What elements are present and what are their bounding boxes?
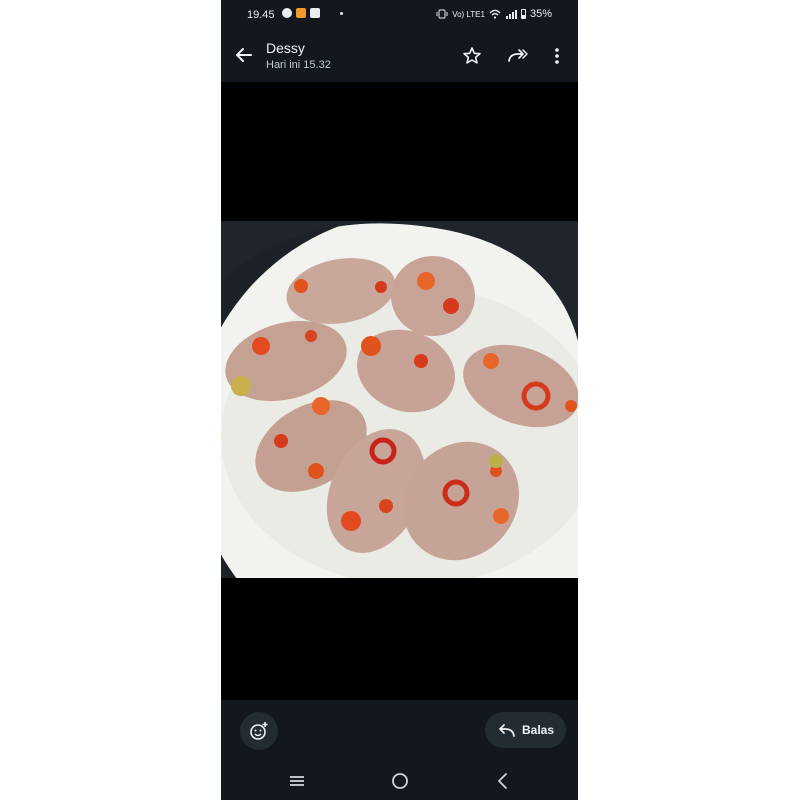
home-icon[interactable]	[390, 771, 410, 791]
app-notification-icon	[296, 8, 306, 18]
network-label: Vo) LTE1	[452, 9, 485, 19]
system-nav-bar	[221, 762, 578, 800]
status-bar: 19.45 Vo) LTE1 35%	[221, 0, 578, 30]
wifi-icon	[489, 9, 501, 19]
status-time: 19.45	[247, 9, 275, 21]
message-timestamp: Hari ini 15.32	[266, 59, 331, 71]
more-notifications-dot	[340, 11, 343, 15]
reply-label: Balas	[522, 723, 555, 737]
emoji-add-button[interactable]	[240, 712, 278, 750]
system-icons: Vo) LTE1 35%	[436, 8, 552, 20]
battery-percentage: 35%	[529, 8, 552, 20]
reply-button[interactable]: Balas	[485, 712, 566, 748]
food-photo	[221, 221, 578, 578]
shop-notification-icon	[310, 8, 320, 18]
emoji-add-icon	[250, 722, 268, 740]
notification-icons	[282, 8, 343, 18]
chat-notification-icon	[282, 8, 292, 18]
arrow-left-icon[interactable]	[233, 44, 255, 66]
more-vertical-icon[interactable]	[546, 45, 568, 67]
back-icon[interactable]	[493, 771, 513, 791]
phone-screen: 19.45 Vo) LTE1 35% Dessy Hari ini 15.32 …	[221, 0, 578, 800]
photo-viewer[interactable]	[221, 82, 578, 700]
app-bar: Dessy Hari ini 15.32	[221, 30, 578, 82]
reply-icon	[499, 724, 515, 737]
star-outline-icon[interactable]	[461, 45, 483, 67]
bottom-action-bar: Balas	[221, 700, 578, 762]
signal-icon	[505, 10, 517, 19]
sender-name: Dessy	[266, 40, 305, 56]
forward-icon[interactable]	[506, 45, 528, 67]
recents-icon[interactable]	[287, 771, 307, 791]
vibrate-icon	[436, 9, 448, 19]
battery-icon	[520, 9, 526, 19]
